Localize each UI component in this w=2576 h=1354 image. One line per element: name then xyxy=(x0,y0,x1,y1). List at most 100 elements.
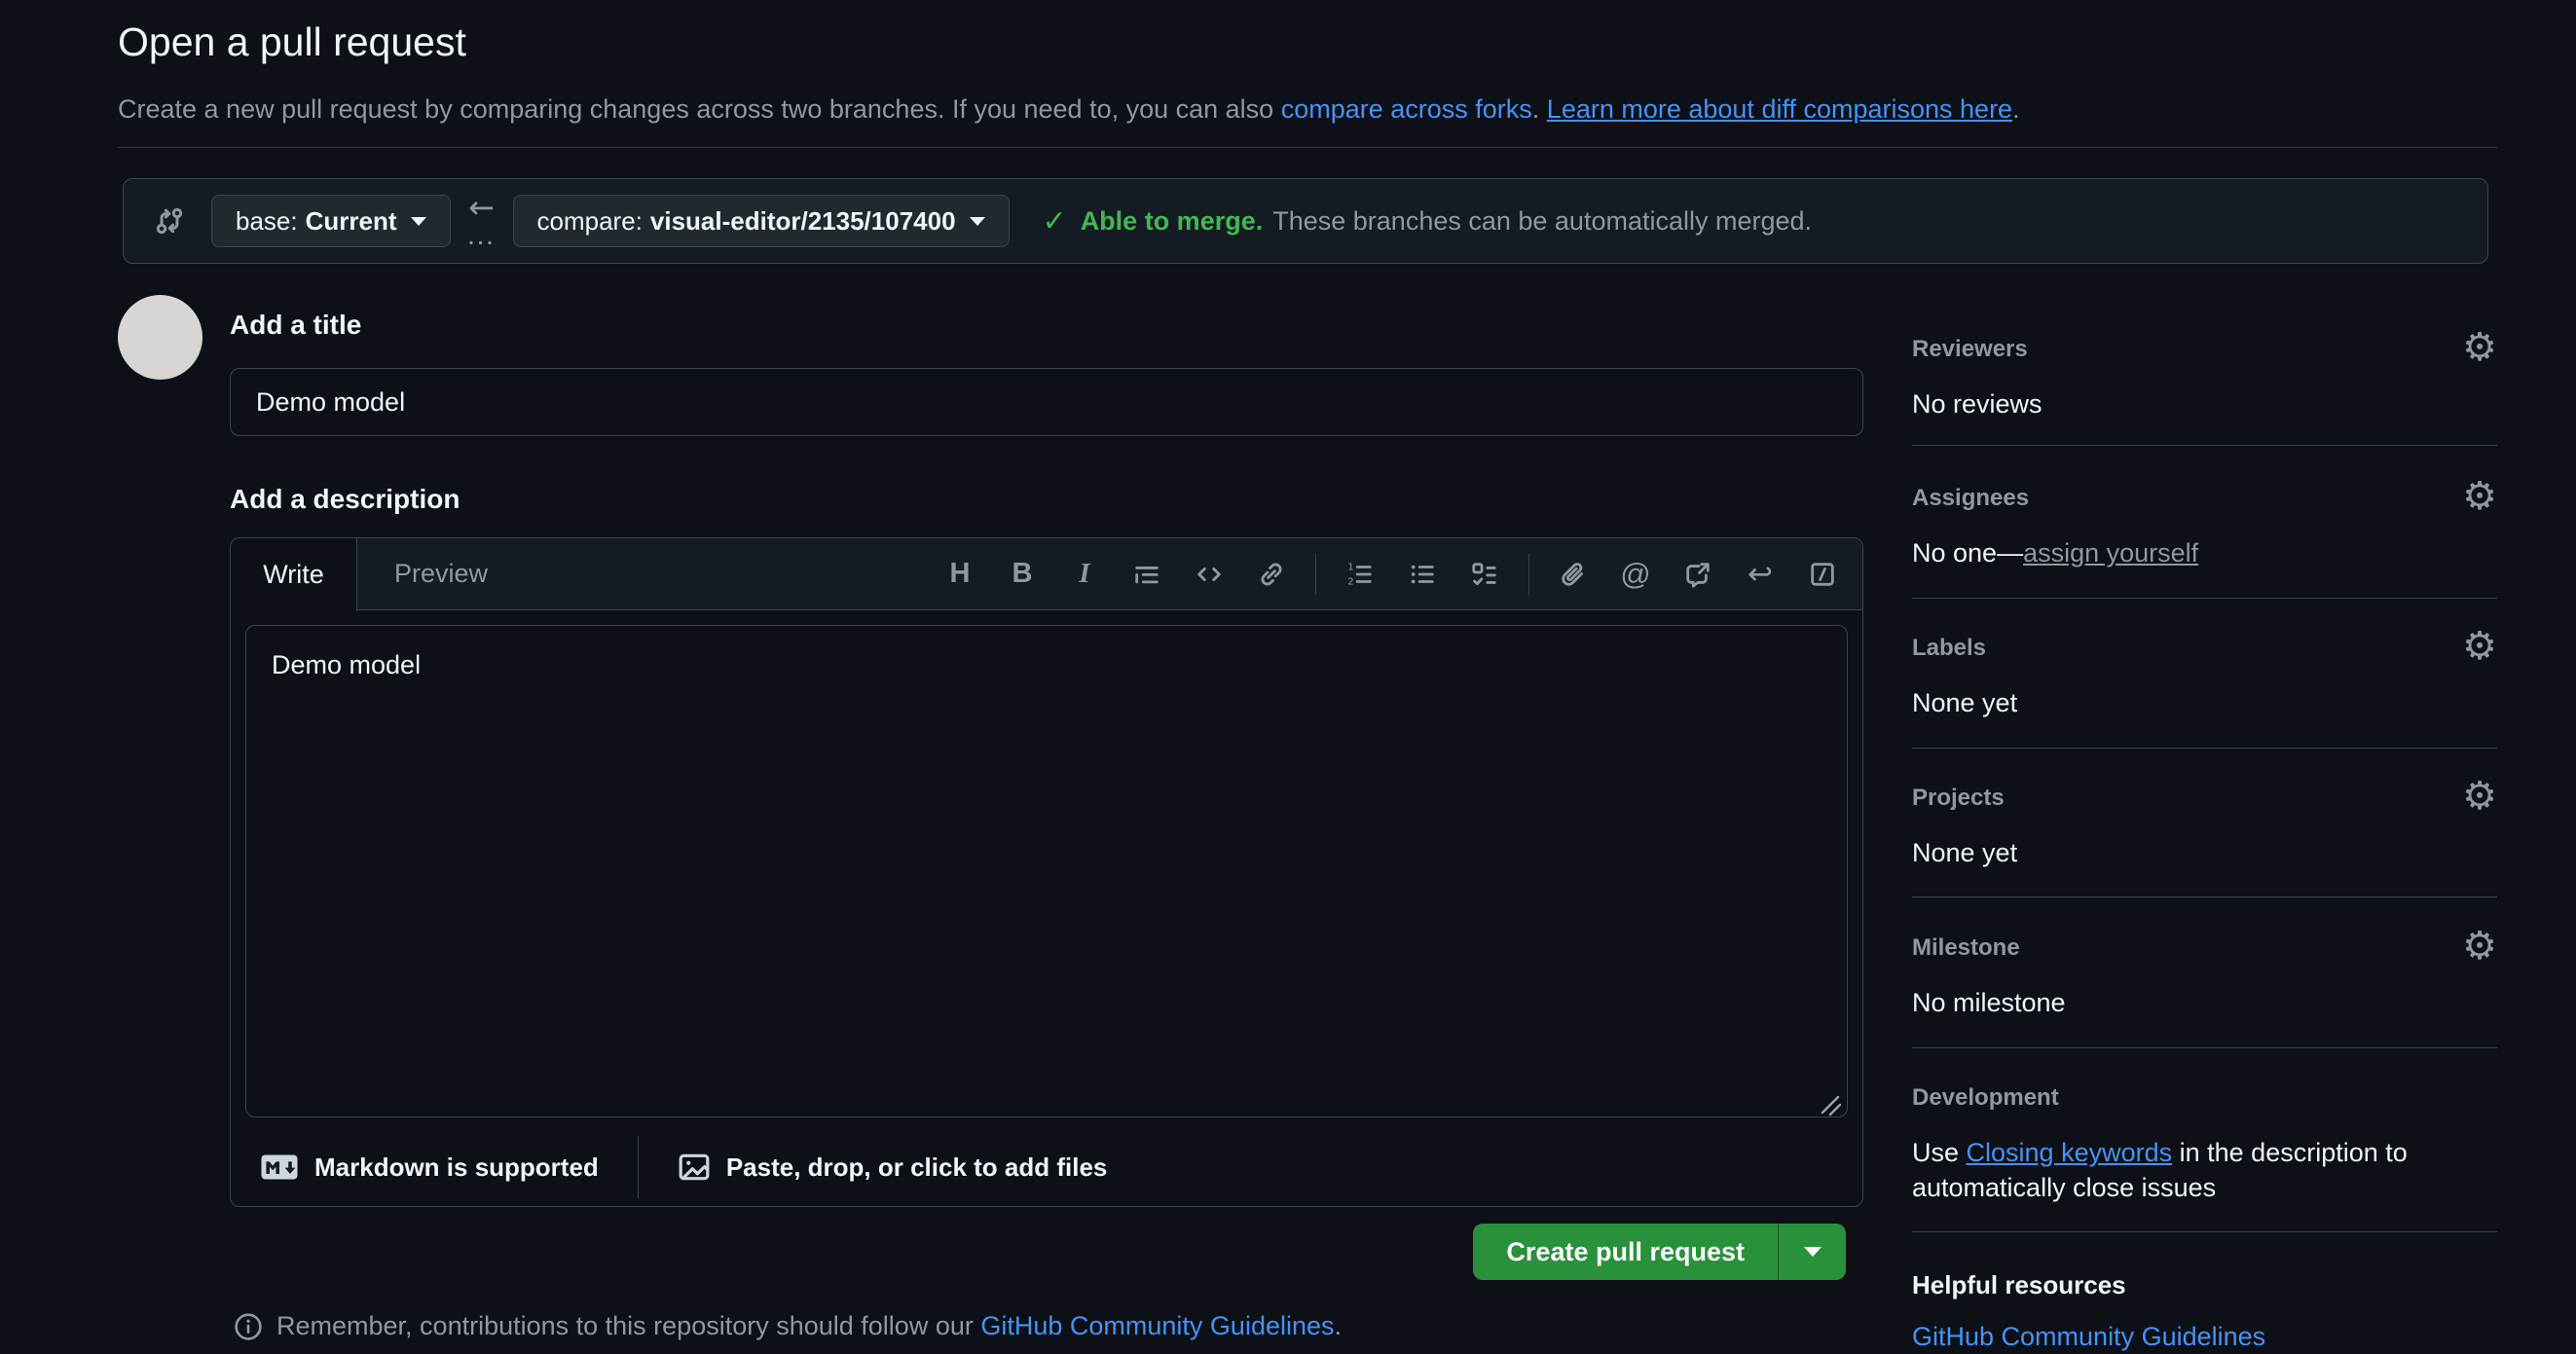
section-value: None yet xyxy=(1912,685,2017,720)
italic-icon[interactable]: I xyxy=(1066,552,1103,597)
sidebar-section-assignees: Assignees ⚙ No one—assign yourself xyxy=(1912,485,2497,512)
merge-status-detail: These branches can be automatically merg… xyxy=(1272,206,1812,237)
section-title: Projects xyxy=(1912,785,2497,812)
assign-yourself-link[interactable]: assign yourself xyxy=(2023,538,2198,567)
pull-request-form: Add a title Add a description Write Prev… xyxy=(230,310,1863,341)
branch-direction-indicator: ← … xyxy=(466,192,497,250)
gear-icon[interactable]: ⚙ xyxy=(2462,777,2497,816)
chevron-down-icon xyxy=(970,217,985,226)
slash-command-icon[interactable] xyxy=(1804,552,1841,597)
svg-text:2: 2 xyxy=(1347,576,1353,587)
reply-icon[interactable]: ↩ xyxy=(1742,552,1779,597)
bold-icon[interactable]: B xyxy=(1004,552,1041,597)
editor-footer: Markdown is supported Paste, drop, or cl… xyxy=(231,1122,1862,1212)
code-icon[interactable] xyxy=(1191,552,1228,597)
compare-branch-selector[interactable]: compare: visual-editor/2135/107400 xyxy=(513,195,1010,247)
markdown-icon xyxy=(260,1153,299,1181)
page-title: Open a pull request xyxy=(118,16,466,68)
section-value: Use Closing keywords in the description … xyxy=(1912,1135,2497,1205)
sidebar-section-milestone: Milestone ⚙ No milestone xyxy=(1912,934,2497,962)
gear-icon[interactable]: ⚙ xyxy=(2462,927,2497,966)
quote-icon[interactable] xyxy=(1128,552,1165,597)
resize-handle-icon[interactable] xyxy=(1817,1091,1842,1116)
note-text: Remember, contributions to this reposito… xyxy=(276,1309,1342,1342)
sidebar-section-labels: Labels ⚙ None yet xyxy=(1912,635,2497,662)
gear-icon[interactable]: ⚙ xyxy=(2462,477,2497,516)
markdown-note: Markdown is supported xyxy=(314,1153,599,1183)
section-value: GitHub Community Guidelines xyxy=(1912,1319,2265,1354)
tab-write[interactable]: Write xyxy=(231,538,357,611)
markdown-supported-button[interactable]: Markdown is supported xyxy=(260,1153,599,1183)
section-value: No milestone xyxy=(1912,985,2066,1020)
section-value: No reviews xyxy=(1912,386,2042,421)
avatar xyxy=(118,295,202,380)
svg-text:1: 1 xyxy=(1347,562,1353,572)
sidebar-divider xyxy=(1912,445,2497,446)
subtitle-text: Create a new pull request by comparing c… xyxy=(118,94,1281,124)
create-pr-row: Create pull request xyxy=(1473,1224,1846,1280)
description-textarea[interactable]: Demo model xyxy=(245,625,1848,1117)
task-list-icon[interactable] xyxy=(1466,552,1503,597)
section-value: No one—assign yourself xyxy=(1912,535,2198,570)
heading-icon[interactable]: H xyxy=(941,552,978,597)
toolbar-divider xyxy=(1315,554,1316,595)
page-subtitle: Create a new pull request by comparing c… xyxy=(118,91,2020,127)
git-compare-icon xyxy=(153,204,186,238)
chevron-down-icon xyxy=(1804,1247,1822,1257)
tab-preview[interactable]: Preview xyxy=(357,538,525,609)
title-input[interactable] xyxy=(230,368,1863,436)
sidebar-section-development: Development Use Closing keywords in the … xyxy=(1912,1084,2497,1112)
merge-status: ✓ Able to merge. These branches can be a… xyxy=(1043,204,1813,238)
editor-body: Demo model xyxy=(231,610,1862,1122)
ellipsis-dots: … xyxy=(466,221,497,250)
gear-icon[interactable]: ⚙ xyxy=(2462,328,2497,367)
footer-divider xyxy=(638,1136,639,1198)
header-divider xyxy=(118,147,2497,148)
check-icon: ✓ xyxy=(1043,204,1067,238)
sidebar-divider xyxy=(1912,598,2497,599)
branch-compare-bar: base: Current ← … compare: visual-editor… xyxy=(123,178,2488,264)
compare-label: compare: xyxy=(537,206,643,237)
attach-files-button[interactable]: Paste, drop, or click to add files xyxy=(678,1151,1108,1184)
section-value: None yet xyxy=(1912,835,2017,870)
chevron-down-icon xyxy=(411,217,426,226)
title-heading: Add a title xyxy=(230,310,1863,341)
cross-reference-icon[interactable] xyxy=(1679,552,1716,597)
subtitle-suffix: . xyxy=(2012,94,2020,124)
contribution-guideline-note: Remember, contributions to this reposito… xyxy=(230,1309,1342,1342)
editor-toolbar: H B I xyxy=(916,538,1862,609)
section-title: Labels xyxy=(1912,635,2497,662)
gear-icon[interactable]: ⚙ xyxy=(2462,627,2497,666)
community-guidelines-link[interactable]: GitHub Community Guidelines xyxy=(980,1311,1334,1340)
learn-more-diff-link[interactable]: Learn more about diff comparisons here xyxy=(1547,94,2012,124)
info-icon xyxy=(234,1312,263,1341)
create-pr-options-button[interactable] xyxy=(1778,1224,1846,1280)
image-icon xyxy=(678,1151,711,1184)
ordered-list-icon[interactable]: 1 2 xyxy=(1342,552,1379,597)
link-icon[interactable] xyxy=(1253,552,1290,597)
markdown-editor: Write Preview H B I xyxy=(230,537,1863,1207)
unordered-list-icon[interactable] xyxy=(1404,552,1441,597)
compare-branch-name: visual-editor/2135/107400 xyxy=(650,206,956,237)
github-community-guidelines-link[interactable]: GitHub Community Guidelines xyxy=(1912,1322,2265,1351)
editor-header: Write Preview H B I xyxy=(231,538,1862,610)
sidebar-section-helpful-resources: Helpful resources GitHub Community Guide… xyxy=(1912,1270,2497,1300)
attach-note: Paste, drop, or click to add files xyxy=(726,1153,1108,1183)
section-title: Reviewers xyxy=(1912,336,2497,363)
mention-icon[interactable]: @ xyxy=(1617,552,1654,597)
base-branch-name: Current xyxy=(306,206,397,237)
create-pull-request-split-button: Create pull request xyxy=(1473,1224,1846,1280)
closing-keywords-link[interactable]: Closing keywords xyxy=(1967,1138,2173,1167)
base-branch-selector[interactable]: base: Current xyxy=(211,195,451,247)
subtitle-mid: . xyxy=(1532,94,1547,124)
description-heading: Add a description xyxy=(230,484,460,515)
compare-across-forks-link[interactable]: compare across forks xyxy=(1281,94,1532,124)
create-pull-request-button[interactable]: Create pull request xyxy=(1473,1224,1778,1280)
sidebar: Reviewers ⚙ No reviews Assignees ⚙ No on… xyxy=(1912,304,2497,1341)
paperclip-icon[interactable] xyxy=(1555,552,1592,597)
base-label: base: xyxy=(236,206,298,237)
sidebar-section-reviewers: Reviewers ⚙ No reviews xyxy=(1912,336,2497,363)
merge-status-ok: Able to merge. xyxy=(1081,206,1264,237)
sidebar-divider xyxy=(1912,1047,2497,1048)
section-title: Development xyxy=(1912,1084,2497,1112)
